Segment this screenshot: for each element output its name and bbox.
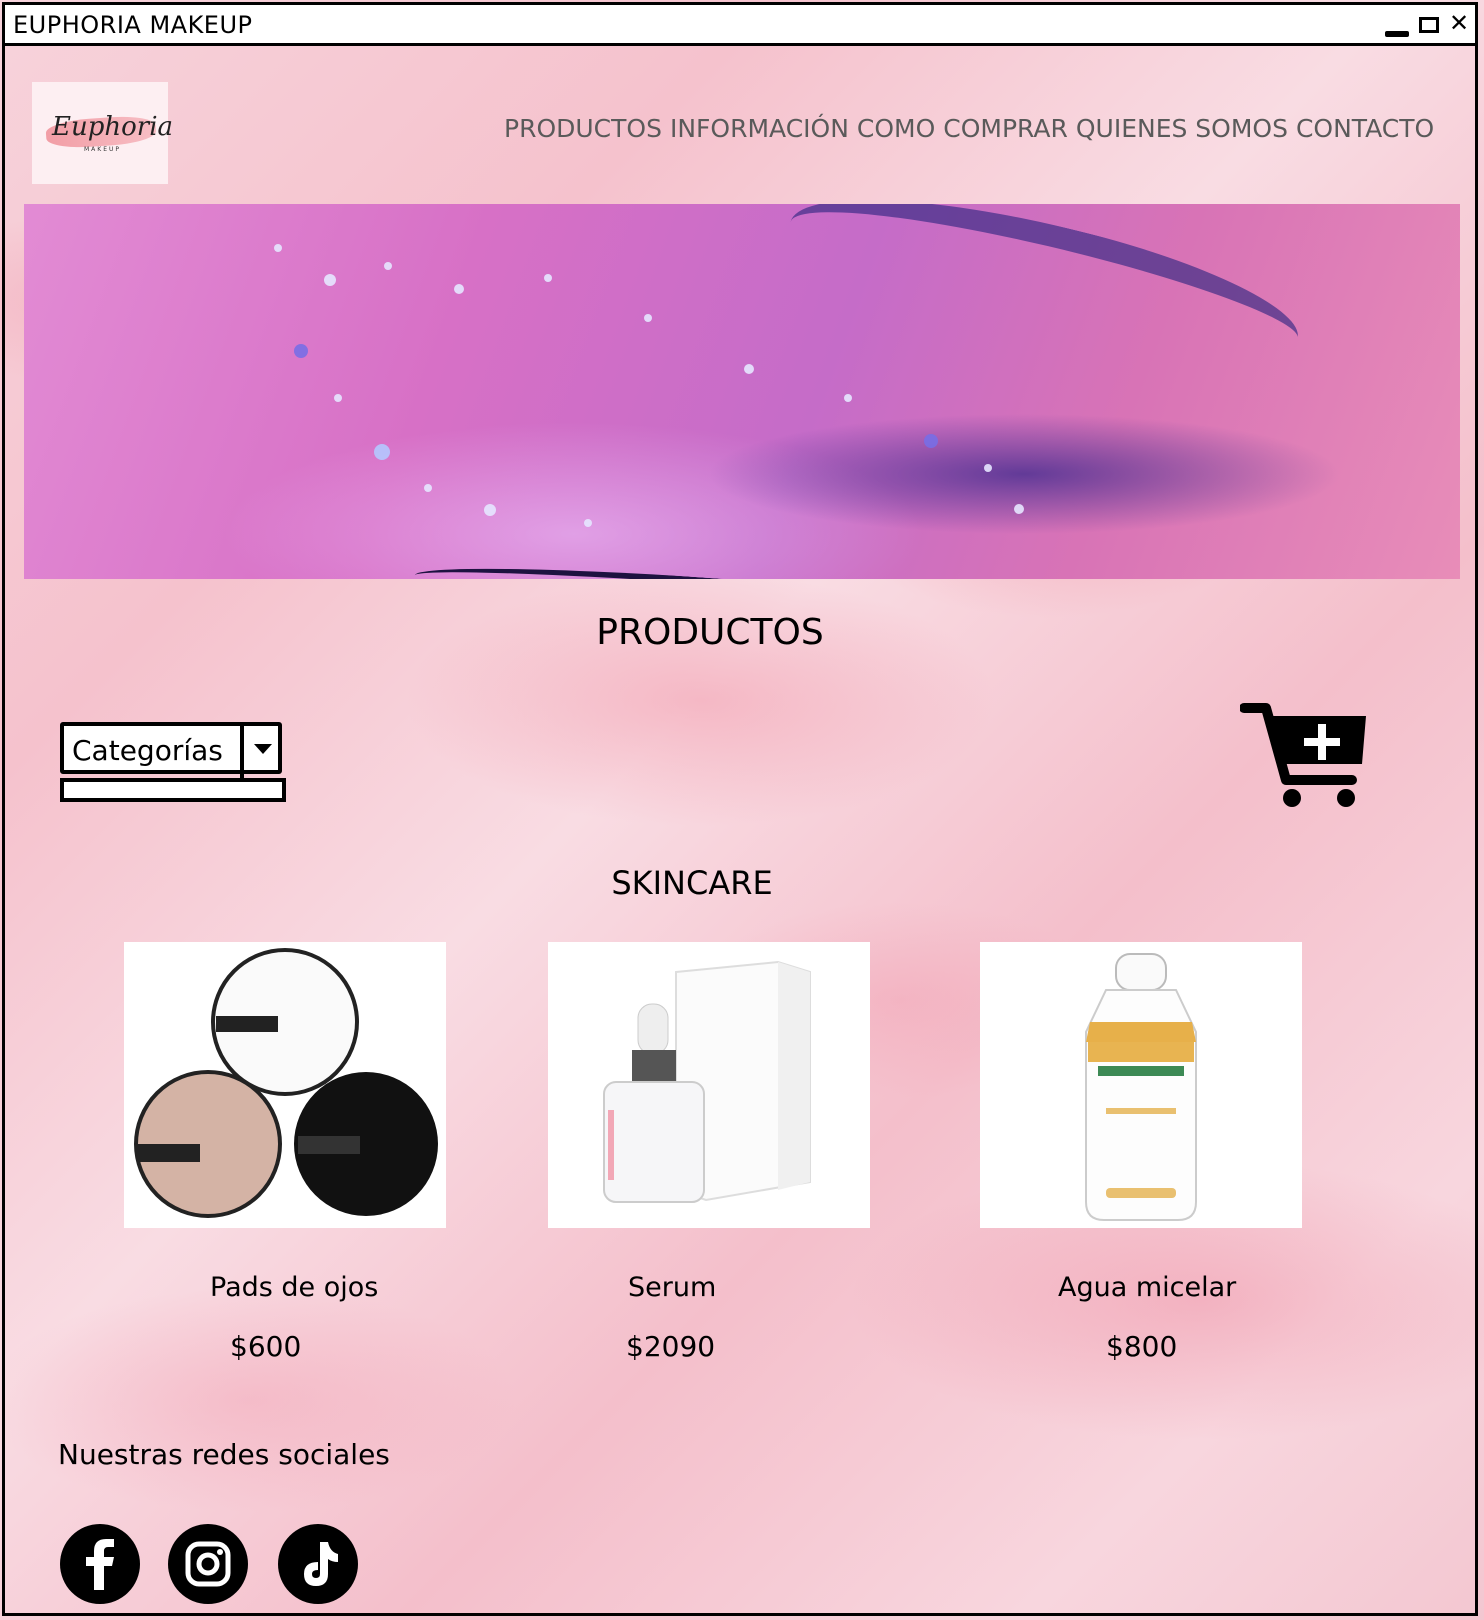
logo-script-text: Euphoria xyxy=(52,112,174,142)
hero-lashline xyxy=(413,557,1035,579)
product-image-pads[interactable] xyxy=(124,942,446,1228)
product-image-serum[interactable] xyxy=(548,942,870,1228)
page-title: PRODUCTOS xyxy=(596,612,824,653)
micellar-bottle-illustration xyxy=(1085,953,1197,1221)
social-section-title: Nuestras redes sociales xyxy=(58,1438,390,1471)
hero-glitter xyxy=(274,244,282,252)
hero-glitter xyxy=(374,444,390,460)
instagram-icon[interactable] xyxy=(168,1524,248,1604)
facebook-icon[interactable] xyxy=(60,1524,140,1604)
product-card[interactable]: Pads de ojos $600 xyxy=(124,942,446,1363)
hero-glitter xyxy=(324,274,336,286)
category-select-label: Categorías xyxy=(72,734,223,767)
product-name: Pads de ojos xyxy=(210,1272,379,1303)
product-image-micellar[interactable] xyxy=(980,942,1302,1228)
nav-item-productos[interactable]: PRODUCTOS xyxy=(504,114,662,143)
hero-glitter xyxy=(644,314,652,322)
hero-glitter xyxy=(424,484,432,492)
hero-eyebrow xyxy=(778,204,1310,398)
nav-item-como-comprar[interactable]: COMO COMPRAR xyxy=(857,114,1068,143)
hero-glitter xyxy=(924,434,938,448)
close-icon[interactable]: ✕ xyxy=(1449,11,1469,35)
hero-glitter xyxy=(294,344,308,358)
hero-glitter xyxy=(1014,504,1024,514)
product-card[interactable]: Serum $2090 xyxy=(548,942,870,1363)
add-to-cart-icon[interactable] xyxy=(1240,702,1372,810)
main-nav: PRODUCTOS INFORMACIÓN COMO COMPRAR QUIEN… xyxy=(504,114,1434,143)
hero-glitter xyxy=(334,394,342,402)
nav-item-quienes-somos[interactable]: QUIENES SOMOS xyxy=(1076,114,1288,143)
hero-glitter xyxy=(984,464,992,472)
nav-item-informacion[interactable]: INFORMACIÓN xyxy=(670,114,849,143)
category-select[interactable]: Categorías xyxy=(60,722,282,778)
hero-glitter xyxy=(844,394,852,402)
hero-glitter xyxy=(454,284,464,294)
category-title: SKINCARE xyxy=(611,864,773,902)
category-dropdown[interactable]: Categorías xyxy=(60,722,286,806)
brand-logo[interactable]: Euphoria MAKEUP xyxy=(32,82,173,184)
product-price: $800 xyxy=(1106,1330,1178,1363)
maximize-icon[interactable] xyxy=(1419,17,1439,33)
hero-glitter xyxy=(544,274,552,282)
dropdown-toggle[interactable] xyxy=(240,726,278,778)
nav-item-contacto[interactable]: CONTACTO xyxy=(1296,114,1434,143)
product-price: $600 xyxy=(230,1330,302,1363)
tiktok-icon[interactable] xyxy=(278,1524,358,1604)
product-name: Agua micelar xyxy=(1058,1272,1237,1303)
serum-illustration xyxy=(603,960,811,1203)
product-price: $2090 xyxy=(626,1330,716,1363)
chevron-down-icon xyxy=(254,744,272,754)
hero-glitter xyxy=(384,262,392,270)
pads-illustration xyxy=(134,948,438,1218)
window-titlebar: EUPHORIA MAKEUP ✕ xyxy=(2,2,1478,46)
minimize-icon[interactable] xyxy=(1385,31,1409,37)
category-list-placeholder[interactable] xyxy=(60,778,286,802)
hero-glitter xyxy=(744,364,754,374)
window-title: EUPHORIA MAKEUP xyxy=(13,11,253,39)
hero-glitter xyxy=(584,519,592,527)
product-card[interactable]: Agua micelar $800 xyxy=(980,942,1302,1363)
logo-sub-text: MAKEUP xyxy=(84,146,122,153)
hero-glitter xyxy=(484,504,496,516)
product-name: Serum xyxy=(628,1272,717,1303)
hero-banner-image xyxy=(24,204,1460,579)
